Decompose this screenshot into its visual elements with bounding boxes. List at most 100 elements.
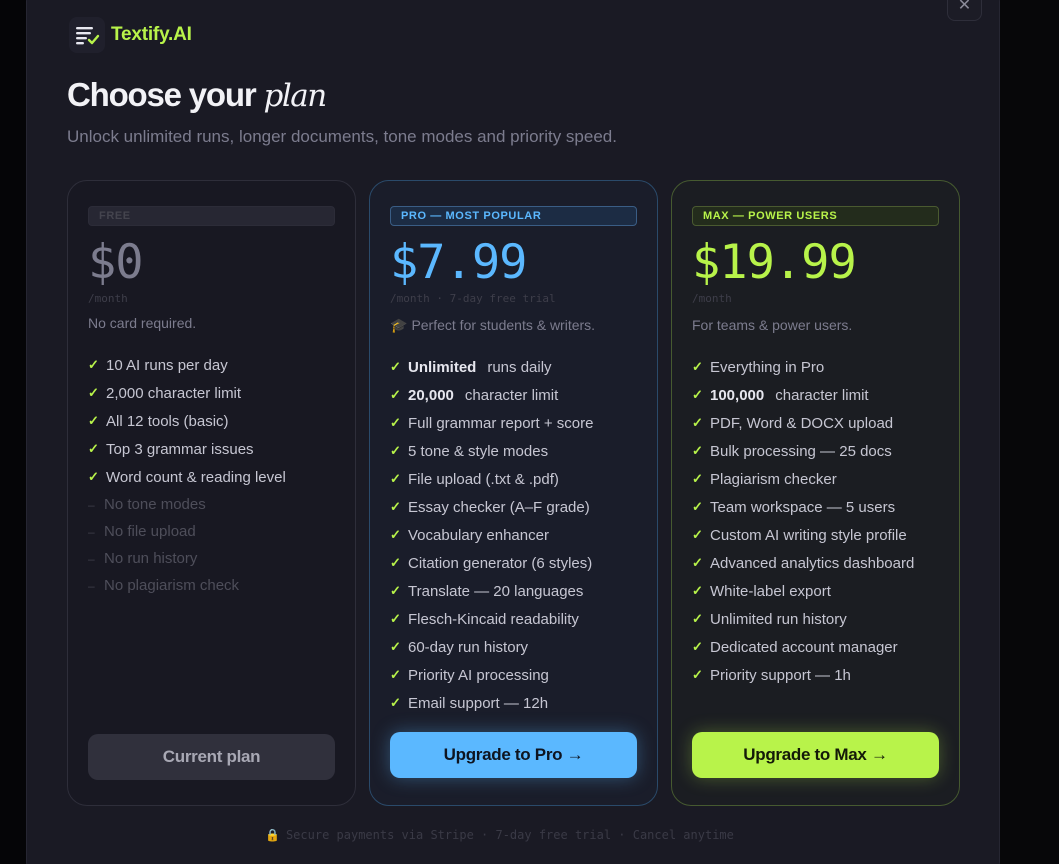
feature-text: Unlimited run history [710, 610, 847, 628]
check-icon: ✓ [692, 555, 703, 570]
feature-item: ✓ Priority support — 1h [692, 661, 914, 689]
check-icon: ✓ [692, 611, 703, 626]
dash-icon: – [88, 497, 95, 512]
feature-text: Custom AI writing style profile [710, 526, 907, 544]
brand-logo: Textify.AI [69, 17, 192, 53]
check-icon: ✓ [390, 639, 401, 654]
check-icon: ✓ [390, 611, 401, 626]
feature-text: No file upload [104, 523, 196, 540]
title-text: Choose your [67, 76, 257, 113]
check-icon: ✓ [390, 583, 401, 598]
feature-text: Vocabulary enhancer [408, 526, 549, 544]
feature-item: ✓ 5 tone & style modes [390, 437, 593, 465]
check-icon: ✓ [88, 357, 99, 372]
close-icon: ✕ [957, 0, 972, 14]
feature-item: ✓ 20,000 character limit [390, 381, 593, 409]
feature-text: Dedicated account manager [710, 638, 898, 656]
feature-text: No run history [104, 550, 198, 567]
feature-list: ✓ Unlimited runs daily ✓ 20,000 character li… [390, 353, 593, 717]
feature-item: ✓ PDF, Word & DOCX upload [692, 409, 914, 437]
feature-item: ✓ Word count & reading level [88, 463, 286, 491]
plan-card-pro: PRO — MOST POPULAR $7.99 /month · 7-day … [369, 180, 658, 806]
feature-text: 60-day run history [408, 638, 529, 656]
plan-badge: MAX — POWER USERS [692, 206, 939, 226]
check-icon: ✓ [88, 385, 99, 400]
check-icon: ✓ [692, 387, 703, 402]
plan-tagline: 🎓 Perfect for students & writers. [390, 317, 595, 334]
feature-item: ✓ File upload (.txt & .pdf) [390, 465, 593, 493]
feature-text: Flesch-Kincaid readability [408, 610, 579, 628]
plan-price: $0 [88, 235, 144, 290]
feature-item: ✓ Top 3 grammar issues [88, 435, 286, 463]
upgrade-pro-button[interactable]: Upgrade to Pro → [390, 732, 637, 778]
feature-text: Essay checker (A–F grade) [408, 498, 590, 516]
check-icon: ✓ [88, 469, 99, 484]
document-check-icon [69, 17, 105, 53]
check-icon: ✓ [692, 415, 703, 430]
feature-item: ✓ 60-day run history [390, 633, 593, 661]
feature-item: ✓ Everything in Pro [692, 353, 914, 381]
check-icon: ✓ [390, 555, 401, 570]
plan-tagline: For teams & power users. [692, 317, 853, 333]
feature-highlight: 100,000 [710, 386, 765, 404]
feature-text: 5 tone & style modes [408, 442, 549, 460]
lock-icon: 🔒 [265, 828, 280, 842]
current-plan-button[interactable]: Current plan [88, 734, 335, 780]
feature-text: 10 AI runs per day [106, 356, 228, 374]
feature-item: ✓ Dedicated account manager [692, 633, 914, 661]
feature-item: ✓ Full grammar report + score [390, 409, 593, 437]
plan-card-max: MAX — POWER USERS $19.99 /month For team… [671, 180, 960, 806]
background-strip [1000, 0, 1059, 864]
plan-price: $19.99 [692, 235, 857, 290]
feature-text: 2,000 character limit [106, 384, 242, 402]
feature-highlight: Unlimited [408, 358, 477, 376]
feature-item: ✓ Email support — 12h [390, 689, 593, 717]
page-title: Choose your plan [67, 76, 327, 114]
check-icon: ✓ [692, 639, 703, 654]
feature-text: Email support — 12h [408, 694, 549, 712]
check-icon: ✓ [390, 387, 401, 402]
feature-text: Team workspace — 5 users [710, 498, 896, 516]
feature-list: ✓ 10 AI runs per day ✓ 2,000 character lim… [88, 351, 286, 599]
feature-text: runs daily [487, 358, 552, 376]
feature-item: ✓ Advanced analytics dashboard [692, 549, 914, 577]
feature-item: ✓ Essay checker (A–F grade) [390, 493, 593, 521]
plan-price: $7.99 [390, 235, 527, 290]
tagline-text: Perfect for students & writers. [411, 317, 596, 333]
feature-text: Full grammar report + score [408, 414, 594, 432]
plan-badge: FREE [88, 206, 335, 226]
upgrade-max-button[interactable]: Upgrade to Max → [692, 732, 939, 778]
check-icon: ✓ [692, 527, 703, 542]
feature-text: PDF, Word & DOCX upload [710, 414, 894, 432]
feature-text: Plagiarism checker [710, 470, 837, 488]
close-button[interactable]: ✕ [947, 0, 982, 21]
check-icon: ✓ [692, 583, 703, 598]
feature-item: ✓ Unlimited run history [692, 605, 914, 633]
check-icon: ✓ [692, 667, 703, 682]
feature-highlight: 20,000 [408, 386, 454, 404]
feature-text: character limit [775, 386, 869, 404]
plan-period: /month [692, 292, 732, 305]
feature-item: ✓ Citation generator (6 styles) [390, 549, 593, 577]
feature-text: Translate — 20 languages [408, 582, 584, 600]
check-icon: ✓ [390, 443, 401, 458]
title-accent: plan [263, 78, 327, 114]
check-icon: ✓ [390, 471, 401, 486]
feature-item: ✓ 2,000 character limit [88, 379, 286, 407]
feature-item-excluded: – No run history [88, 545, 286, 572]
feature-item: ✓ Plagiarism checker [692, 465, 914, 493]
check-icon: ✓ [692, 443, 703, 458]
check-icon: ✓ [692, 359, 703, 374]
graduation-cap-icon: 🎓 [390, 317, 408, 333]
feature-text: Citation generator (6 styles) [408, 554, 593, 572]
check-icon: ✓ [692, 471, 703, 486]
feature-text: All 12 tools (basic) [106, 412, 229, 430]
feature-text: Bulk processing — 25 docs [710, 442, 892, 460]
plan-badge: PRO — MOST POPULAR [390, 206, 637, 226]
check-icon: ✓ [390, 499, 401, 514]
feature-item: ✓ Priority AI processing [390, 661, 593, 689]
dash-icon: – [88, 551, 95, 566]
feature-text: Advanced analytics dashboard [710, 554, 915, 572]
feature-item: ✓ Translate — 20 languages [390, 577, 593, 605]
dash-icon: – [88, 578, 95, 593]
